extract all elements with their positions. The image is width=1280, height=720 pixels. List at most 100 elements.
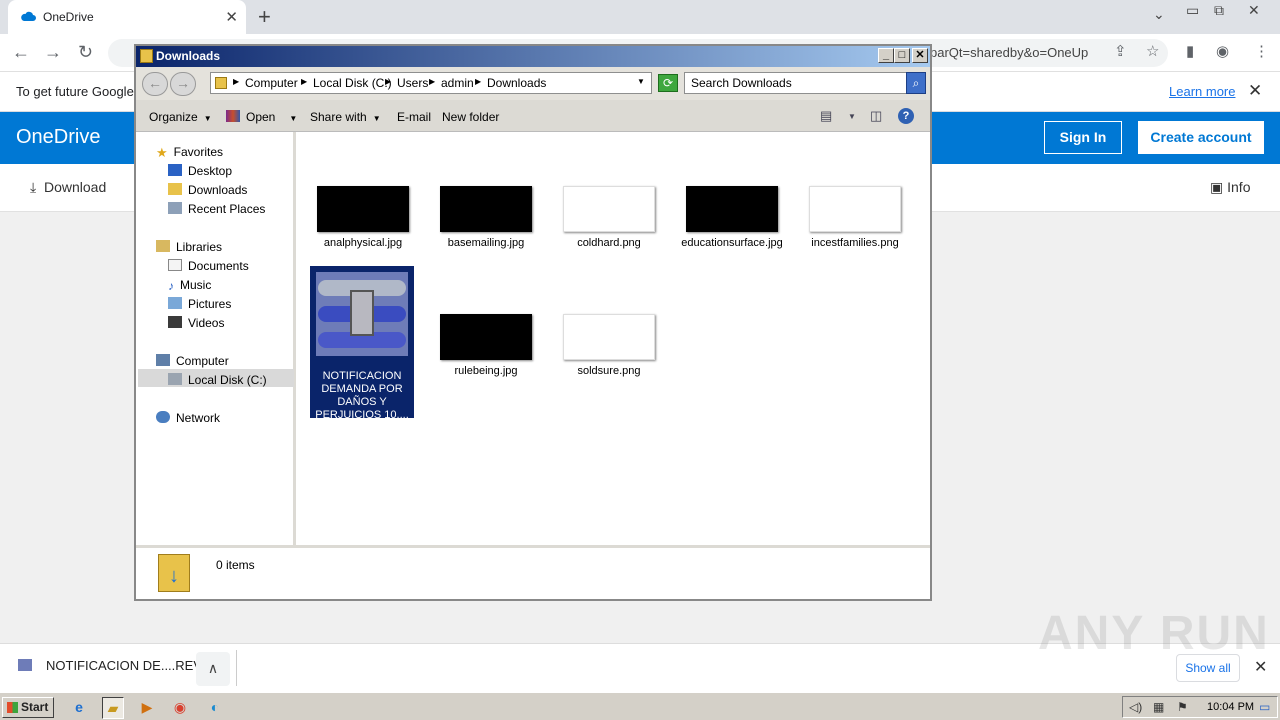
minimize-button[interactable]: _ [878,48,894,63]
internet-explorer-icon[interactable]: e [68,697,90,719]
maximize-button[interactable]: □ [894,48,910,63]
nav-label: Local Disk (C:) [188,373,267,387]
share-icon[interactable]: ⇪ [1114,42,1127,60]
bookmark-star-icon[interactable]: ☆ [1146,42,1159,60]
image-thumbnail [563,186,655,232]
profile-avatar-icon[interactable]: ◉ [1216,42,1229,60]
organize-menu[interactable]: Organize ▼ [149,110,212,124]
sign-in-button[interactable]: Sign In [1044,121,1122,154]
breadcrumb-arrow[interactable]: ▶ [385,77,391,86]
breadcrumb-arrow[interactable]: ▶ [429,77,435,86]
explorer-window: Downloads _ □ ✕ ← → ▶ Computer ▶ Local D… [134,44,932,601]
search-input[interactable]: Search Downloads [684,72,908,94]
window-close-icon[interactable]: ✕ [1248,2,1260,19]
tab-search-icon[interactable]: ⌄ [1153,6,1165,23]
nav-item-computer[interactable]: Computer [156,354,229,368]
breadcrumb-arrow[interactable]: ▶ [475,77,481,86]
breadcrumb-downloads[interactable]: Downloads [487,76,546,90]
nav-item-recent-places[interactable]: Recent Places [168,202,265,216]
chrome-icon[interactable]: ◉ [169,697,191,719]
breadcrumb-arrow[interactable]: ▶ [301,77,307,86]
dropdown-arrow-icon: ▼ [289,114,298,123]
nav-label: Recent Places [188,202,266,216]
info-command[interactable]: ▣ Info [1210,179,1250,196]
edge-icon[interactable]: ◐ [204,697,226,719]
nav-item-local-disk[interactable]: Local Disk (C:) [168,373,267,387]
file-item[interactable]: soldsure.png [557,314,661,378]
show-desktop-icon[interactable]: ▭ [1259,700,1270,714]
breadcrumb-arrow: ▶ [233,77,240,86]
nav-item-favorites[interactable]: ★ Favorites [156,145,223,161]
reload-icon[interactable]: ↻ [78,42,93,63]
tab-title: OneDrive [43,10,94,24]
forward-icon[interactable]: → [170,72,196,96]
search-icon[interactable]: ⌕ [906,72,926,94]
volume-icon[interactable]: ◁) [1129,700,1142,714]
menu-kebab-icon[interactable]: ⋮ [1254,42,1269,60]
download-command[interactable]: ⤓ Download [30,179,106,196]
breadcrumb-computer[interactable]: Computer [245,76,298,90]
file-item[interactable]: educationsurface.jpg [680,186,784,250]
nav-item-libraries[interactable]: Libraries [156,240,222,254]
close-button[interactable]: ✕ [912,48,928,63]
new-tab-button[interactable]: + [258,4,271,30]
file-item-selected[interactable]: NOTIFICACION DEMANDA POR DAÑOS Y PERJUIC… [310,266,414,421]
back-arrow-icon[interactable]: ← [12,42,30,63]
learn-more-link[interactable]: Learn more [1169,84,1235,99]
email-button[interactable]: E-mail [397,110,431,124]
nav-item-documents[interactable]: Documents [168,259,249,273]
shelf-divider [236,650,237,686]
desktop: OneDrive ✕ + ⌄ ▭ ⧉ ✕ ← → ↻ parQt=sharedb… [0,0,1280,720]
explorer-titlebar[interactable]: Downloads _ □ ✕ [136,46,930,67]
onedrive-brand[interactable]: OneDrive [16,126,100,149]
refresh-icon[interactable]: ⟳ [658,74,678,92]
url-text: parQt=sharedby&o=OneUp [930,45,1089,60]
address-dropdown-icon[interactable]: ▼ [637,77,645,86]
file-item[interactable]: analphysical.jpg [311,186,415,250]
file-item[interactable]: coldhard.png [557,186,661,250]
views-dropdown-icon[interactable]: ▼ [848,112,856,121]
explorer-taskbar-icon[interactable]: ▰ [102,697,124,719]
tab-close-icon[interactable]: ✕ [225,8,238,26]
nav-item-downloads[interactable]: Downloads [168,183,247,197]
minimize-icon[interactable]: ▭ [1186,2,1199,19]
dropdown-arrow-icon: ▼ [372,114,381,123]
breadcrumb-local-disk[interactable]: Local Disk (C:) [313,76,392,90]
taskbar: Start e ▰ ▶ ◉ ◐ ◁) ▦ ⚑ 10:04 PM ▭ [0,692,1280,720]
new-folder-button[interactable]: New folder [442,110,499,124]
back-icon[interactable]: ← [142,72,168,96]
nav-item-pictures[interactable]: Pictures [168,297,231,311]
preview-pane-icon[interactable]: ◫ [870,108,882,124]
open-menu[interactable]: Open ▼ [226,110,297,124]
views-icon[interactable]: ▤ [820,108,832,124]
breadcrumb[interactable]: ▶ Computer ▶ Local Disk (C:) ▶ Users ▶ a… [210,72,652,94]
file-item[interactable]: incestfamilies.png [803,186,907,250]
chevron-up-icon[interactable]: ∧ [196,652,230,686]
nav-item-network[interactable]: Network [156,411,220,425]
flag-icon[interactable]: ⚑ [1177,700,1188,714]
start-button[interactable]: Start [2,697,54,718]
share-with-menu[interactable]: Share with ▼ [310,110,381,124]
media-player-icon[interactable]: ▶ [136,697,158,719]
file-name: educationsurface.jpg [681,237,783,249]
nav-item-videos[interactable]: Videos [168,316,224,330]
nav-item-desktop[interactable]: Desktop [168,164,232,178]
download-item[interactable]: NOTIFICACION DE....REV [18,658,202,673]
navigation-pane: ★ Favorites Desktop Downloads Recent Plac… [136,132,296,545]
tab-onedrive[interactable]: OneDrive ✕ [8,0,246,34]
forward-arrow-icon[interactable]: → [44,42,62,63]
create-account-button[interactable]: Create account [1138,121,1264,154]
side-panel-icon[interactable]: ▮ [1186,42,1194,60]
winrar-archive-icon [316,272,408,356]
breadcrumb-admin[interactable]: admin [441,76,474,90]
network-tray-icon[interactable]: ▦ [1153,700,1164,714]
download-label: Download [43,179,107,195]
nav-item-music[interactable]: ♪ Music [168,278,211,293]
cloud-icon [21,11,36,21]
restore-icon[interactable]: ⧉ [1214,2,1224,19]
breadcrumb-users[interactable]: Users [397,76,428,90]
file-item[interactable]: rulebeing.jpg [434,314,538,378]
help-icon[interactable]: ? [898,108,914,124]
file-item[interactable]: basemailing.jpg [434,186,538,250]
infobar-close-icon[interactable]: ✕ [1248,81,1262,101]
